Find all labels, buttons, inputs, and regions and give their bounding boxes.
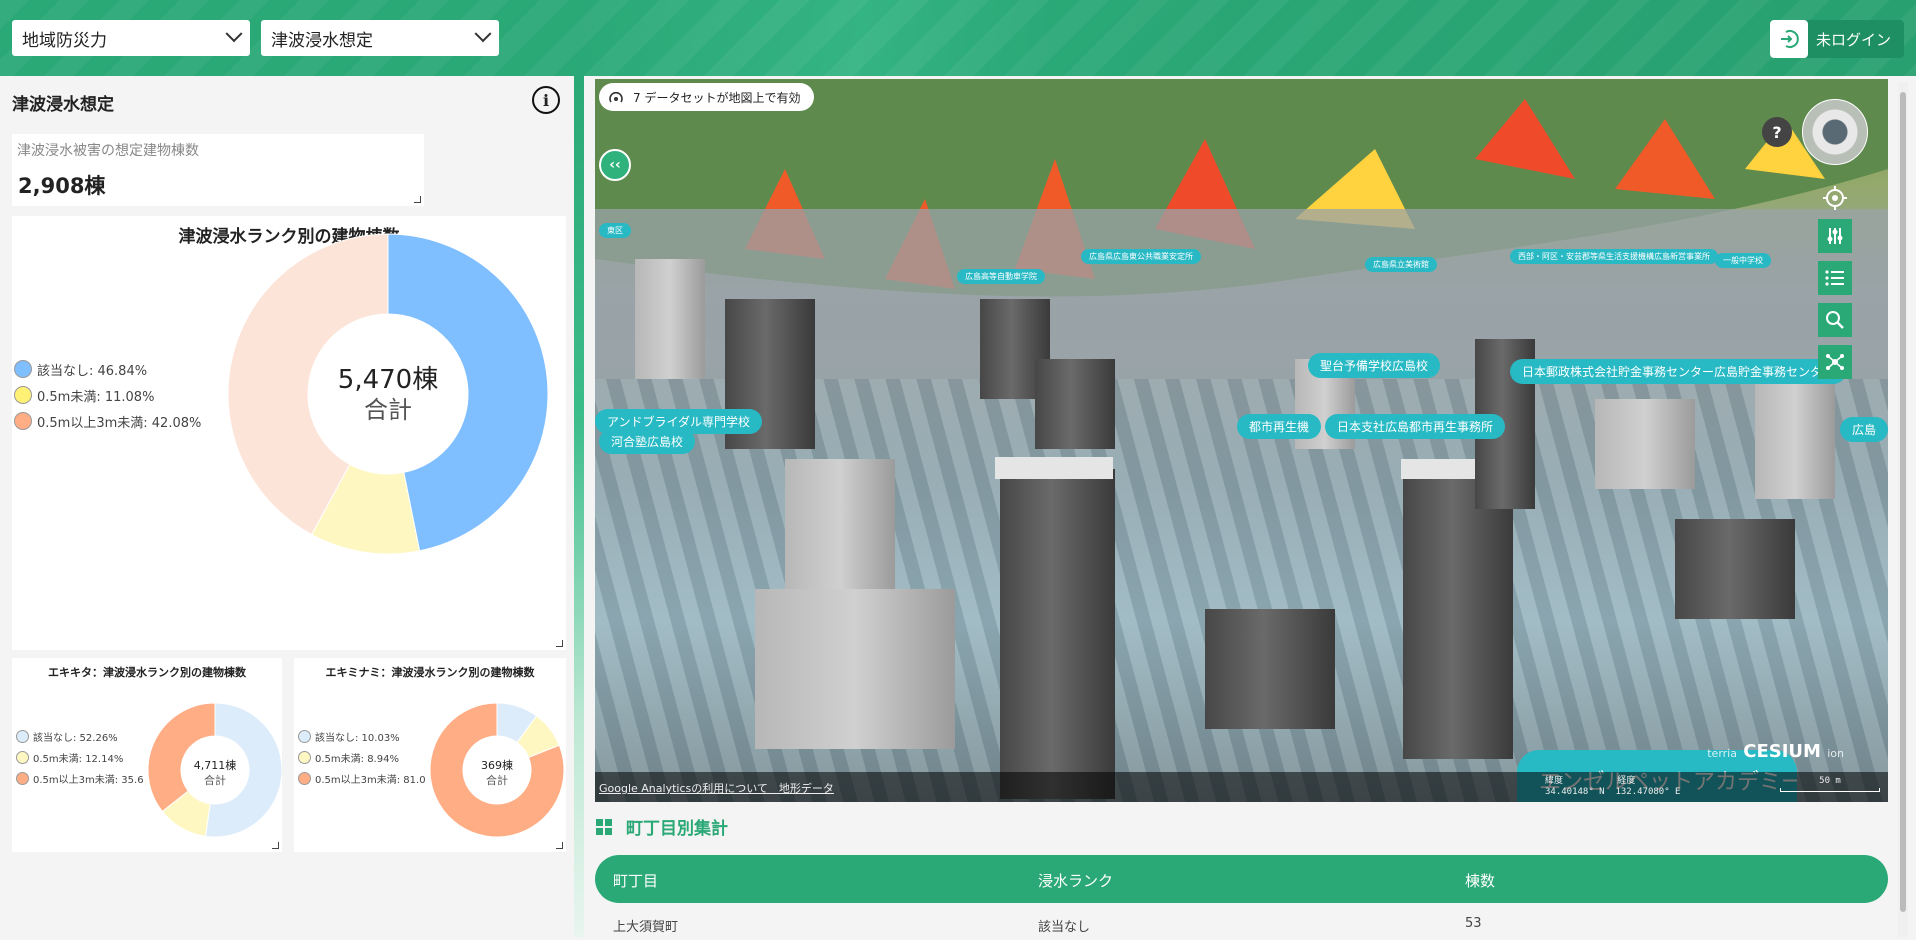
compass-icon[interactable] (1802, 99, 1868, 165)
ekiminami-chart-card: エキミナミ：津波浸水ランク別の建物棟数 該当なし: 10.03% 0.5m未満:… (294, 658, 566, 852)
tower-roof (995, 457, 1113, 479)
section-title: 町丁目別集計 (596, 814, 728, 839)
column-header[interactable]: 浸水ランク (1038, 870, 1113, 891)
building (1035, 359, 1115, 449)
donut-chart: 369棟 合計 (429, 702, 565, 838)
building (1595, 399, 1695, 489)
login-icon (1770, 20, 1808, 58)
coordinates-readout: 緯度 経度 34.40148° N 132.47080° E (1545, 776, 1681, 797)
resize-handle[interactable] (556, 640, 563, 647)
grid-icon (596, 818, 612, 835)
donut-chart: 5,470棟 合計 (227, 233, 549, 555)
donut-chart: 4,711棟 合計 (147, 702, 282, 838)
map-label[interactable]: 東区 (599, 223, 631, 238)
donut-center-value: 4,711棟 (194, 758, 237, 772)
resize-handle[interactable] (556, 842, 563, 849)
map-label[interactable]: 西部・阿区・安芸郡等県生活支援機構広島新営事業所 (1510, 249, 1718, 264)
chevron-down-icon (225, 25, 243, 43)
building (1205, 609, 1335, 729)
tower-building (1403, 469, 1513, 759)
layer-select[interactable]: 津波浸水想定 (261, 20, 499, 56)
broadcast-icon (609, 91, 623, 103)
map-label[interactable]: 広島県広島東公共職業安定所 (1081, 249, 1201, 264)
category-select[interactable]: 地域防災力 (12, 20, 250, 56)
map-label[interactable]: 日本郵政株式会社貯金事務センター広島貯金事務センター (1510, 359, 1847, 384)
left-panel: 津波浸水想定 i 津波浸水被害の想定建物棟数 2,908棟 津波浸水ランク別の建… (0, 76, 574, 937)
map-label[interactable]: 一般中学校 (1715, 253, 1771, 268)
collapse-panel-button[interactable]: ‹‹ (599, 149, 631, 181)
network-icon[interactable] (1818, 345, 1852, 379)
main-chart-card: 津波浸水ランク別の建物棟数 該当なし: 46.84% 0.5m未満: 11.08… (12, 216, 566, 650)
column-header[interactable]: 棟数 (1465, 870, 1495, 891)
map-label[interactable]: 広島高等自動車学院 (957, 269, 1045, 284)
cesium-logo: terria CESIUM ion (1707, 741, 1844, 762)
search-icon[interactable] (1818, 303, 1852, 337)
scrollbar[interactable] (1898, 82, 1908, 937)
map-label[interactable]: 都市再生機 (1237, 414, 1322, 439)
scale-bar: 50 m (1780, 776, 1880, 792)
list-icon[interactable] (1818, 261, 1852, 295)
donut-center-label: 合計 (204, 773, 226, 787)
panel-divider[interactable] (574, 76, 584, 937)
info-icon[interactable]: i (532, 86, 560, 114)
donut-center-value: 369棟 (481, 758, 513, 772)
building (755, 589, 955, 749)
donut-slice-3[interactable] (147, 702, 216, 813)
login-label: 未ログイン (1816, 30, 1892, 49)
column-header[interactable]: 町丁目 (613, 870, 658, 891)
donut-center-value: 5,470棟 (338, 365, 438, 395)
map-footer: Google Analyticsの利用について 地形データ 緯度 経度 34.4… (595, 772, 1888, 802)
layer-select-value: 津波浸水想定 (271, 30, 373, 51)
ekikita-chart-card: エキキタ：津波浸水ランク別の建物棟数 該当なし: 52.26% 0.5m未満: … (12, 658, 282, 852)
panel-title: 津波浸水想定 (12, 95, 114, 115)
stat-card: 津波浸水被害の想定建物棟数 2,908棟 (12, 134, 424, 206)
footer-links[interactable]: Google Analyticsの利用について 地形データ (599, 780, 834, 796)
top-bar: 地域防災力 津波浸水想定 未ログイン (0, 0, 1916, 76)
donut-center-label: 合計 (486, 773, 508, 787)
map-view[interactable]: 7 データセットが地図上で有効 ‹‹ 広島県広島東公共職業安定所 広島県立美術館… (595, 79, 1888, 802)
category-select-value: 地域防災力 (22, 30, 107, 51)
map-label[interactable]: 聖台予備学校広島校 (1308, 353, 1441, 378)
help-button[interactable]: ? (1762, 117, 1792, 147)
locate-icon[interactable] (1818, 181, 1852, 215)
resize-handle[interactable] (414, 196, 421, 203)
resize-handle[interactable] (272, 842, 279, 849)
settings-sliders-icon[interactable] (1818, 219, 1852, 253)
building (635, 259, 705, 379)
stat-label: 津波浸水被害の想定建物棟数 (17, 143, 199, 159)
map-label[interactable]: アンドブライダル専門学校 (595, 409, 763, 434)
chevron-down-icon (474, 25, 492, 43)
dataset-chip[interactable]: 7 データセットが地図上で有効 (599, 83, 815, 111)
map-label[interactable]: 広島 (1840, 417, 1888, 442)
building (1675, 519, 1795, 619)
dataset-chip-label: 7 データセットが地図上で有効 (633, 90, 801, 105)
table-row[interactable]: 上大須賀町 該当なし 53 (595, 910, 1888, 940)
tower-building (1000, 469, 1115, 799)
table-header: 町丁目 浸水ランク 棟数 (595, 855, 1888, 903)
donut-center-label: 合計 (364, 396, 412, 424)
login-button[interactable]: 未ログイン (1770, 20, 1904, 58)
map-label[interactable]: 日本支社広島都市再生事務所 (1325, 414, 1506, 439)
map-label[interactable]: 広島県立美術館 (1365, 257, 1437, 272)
stat-value: 2,908棟 (18, 174, 106, 198)
